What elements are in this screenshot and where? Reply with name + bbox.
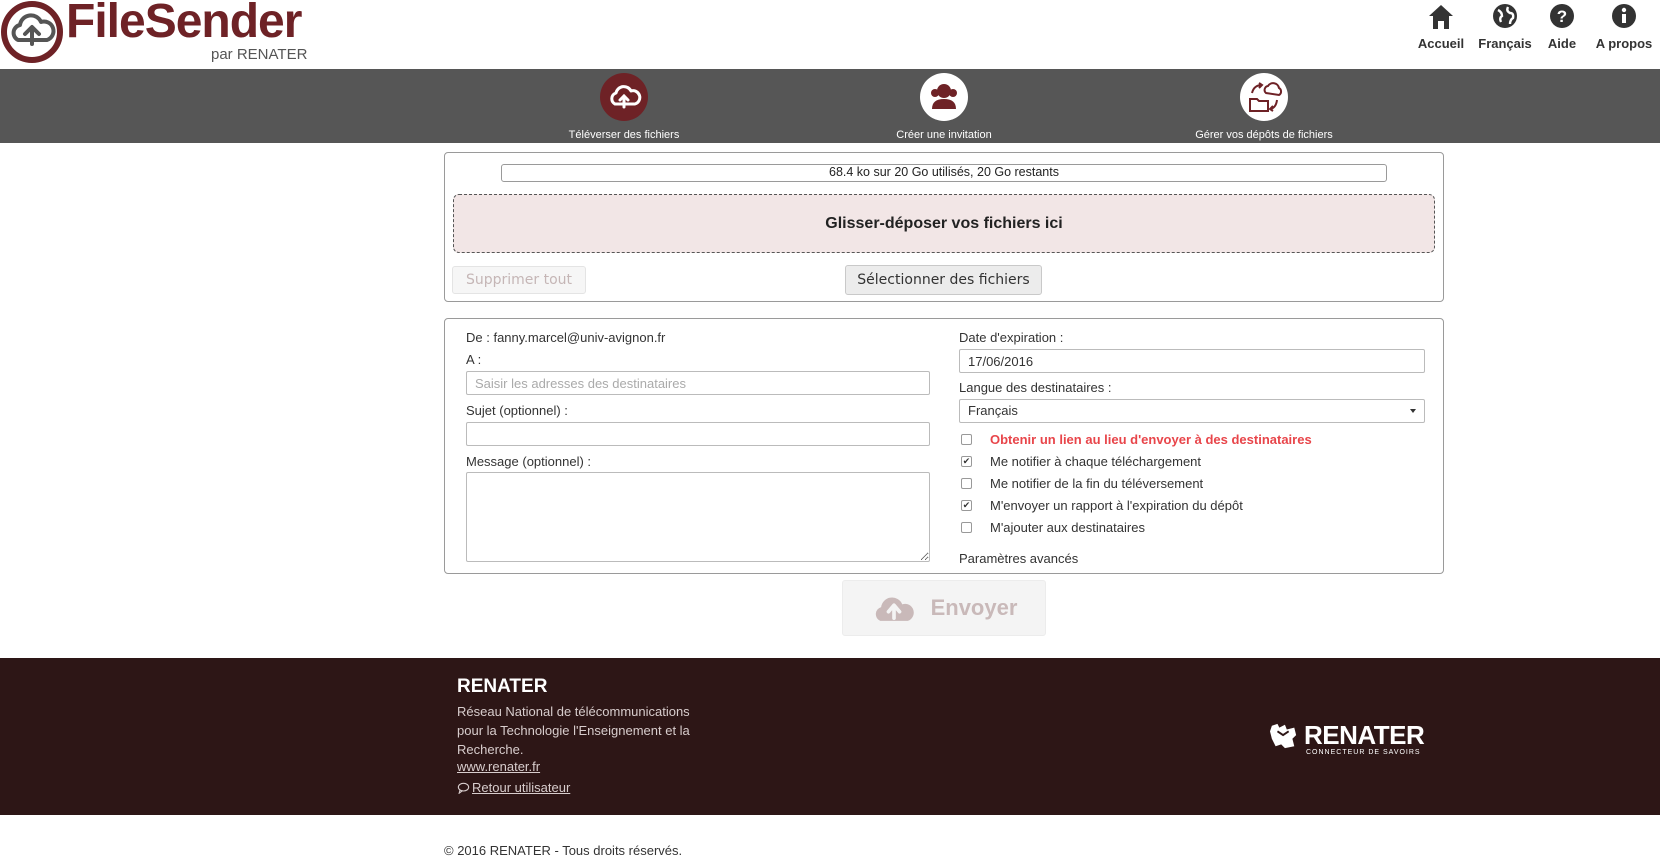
lang-label: Langue des destinataires : xyxy=(959,380,1112,395)
option-get-link-checkbox[interactable] xyxy=(961,434,972,445)
renater-logo-text: RENATER xyxy=(1304,720,1425,750)
nav-language-label: Français xyxy=(1478,36,1532,51)
nav-aide-label: Aide xyxy=(1547,36,1577,51)
option-notify-download[interactable]: ✔ Me notifier à chaque téléchargement xyxy=(961,454,1201,469)
tab-upload[interactable]: Téléverser des fichiers xyxy=(567,73,681,141)
option-notify-upload[interactable]: Me notifier de la fin du téléversement xyxy=(961,476,1203,491)
nav-accueil-label: Accueil xyxy=(1417,36,1465,51)
option-notify-upload-checkbox[interactable] xyxy=(961,478,972,489)
nav-aide[interactable]: ? Aide xyxy=(1536,0,1588,69)
send-button[interactable]: Envoyer xyxy=(842,580,1046,636)
tab-invitation[interactable]: Créer une invitation xyxy=(887,73,1001,141)
upload-panel: 68.4 ko sur 20 Go utilisés, 20 Go restan… xyxy=(444,152,1444,302)
transfer-form: De : fanny.marcel@univ-avignon.fr A : Su… xyxy=(444,318,1444,574)
comment-icon xyxy=(457,782,470,794)
tab-manage[interactable]: Gérer vos dépôts de fichiers xyxy=(1188,73,1340,141)
to-label: A : xyxy=(466,352,482,367)
footer: RENATER Réseau National de télécommunica… xyxy=(0,658,1660,815)
renater-mark-icon xyxy=(1270,723,1297,749)
message-textarea[interactable] xyxy=(466,472,930,562)
caret-down-icon xyxy=(1410,409,1416,413)
nav-language[interactable]: Français xyxy=(1474,0,1536,69)
footer-back-link[interactable]: Retour utilisateur xyxy=(457,780,570,795)
option-notify-download-label: Me notifier à chaque téléchargement xyxy=(990,454,1202,469)
subject-input[interactable] xyxy=(466,422,930,446)
option-get-link-label: Obtenir un lien au lieu d'envoyer à des … xyxy=(990,432,1312,447)
subject-label: Sujet (optionnel) : xyxy=(466,403,568,418)
from-label: De : fanny.marcel@univ-avignon.fr xyxy=(466,330,666,345)
top-nav: Accueil Français ? Aide A propos xyxy=(1408,0,1660,69)
footer-back-label: Retour utilisateur xyxy=(472,780,571,795)
footer-renater-link[interactable]: www.renater.fr xyxy=(457,759,540,774)
option-notify-download-checkbox[interactable]: ✔ xyxy=(961,456,972,467)
recipients-input[interactable] xyxy=(466,371,930,395)
select-files-button[interactable]: Sélectionner des fichiers xyxy=(845,265,1042,295)
renater-logo-subtitle: CONNECTEUR DE SAVOIRS xyxy=(1306,749,1421,756)
folder-sync-icon xyxy=(1240,73,1288,121)
copyright: © 2016 RENATER - Tous droits réservés. xyxy=(444,843,683,858)
clear-all-button[interactable]: Supprimer tout xyxy=(452,266,586,294)
tab-invitation-label: Créer une invitation xyxy=(896,129,992,141)
option-expiry-report-label: M'envoyer un rapport à l'expiration du d… xyxy=(990,498,1243,513)
drop-zone[interactable]: Glisser-déposer vos fichiers ici xyxy=(453,194,1435,253)
recipient-lang-select[interactable]: Français xyxy=(959,399,1425,423)
users-icon xyxy=(920,73,968,121)
cloud-upload-icon xyxy=(600,73,648,121)
option-expiry-report[interactable]: ✔ M'envoyer un rapport à l'expiration du… xyxy=(961,498,1243,513)
send-button-label: Envoyer xyxy=(930,595,1018,620)
tab-manage-label: Gérer vos dépôts de fichiers xyxy=(1195,129,1333,141)
main-nav: Téléverser des fichiers Créer une invita… xyxy=(0,69,1660,143)
tab-upload-label: Téléverser des fichiers xyxy=(568,129,680,141)
option-add-me-label: M'ajouter aux destinataires xyxy=(990,520,1145,535)
footer-title: RENATER xyxy=(457,676,548,697)
message-label: Message (optionnel) : xyxy=(466,454,592,469)
nav-apropos[interactable]: A propos xyxy=(1588,0,1660,69)
expiry-date-input[interactable] xyxy=(959,349,1425,373)
option-add-me[interactable]: M'ajouter aux destinataires xyxy=(961,520,1145,535)
quota-progress-bar: 68.4 ko sur 20 Go utilisés, 20 Go restan… xyxy=(501,164,1387,182)
advanced-settings-link[interactable]: Paramètres avancés xyxy=(959,551,1078,566)
logo-subtitle: par RENATER xyxy=(211,46,308,63)
nav-accueil[interactable]: Accueil xyxy=(1408,0,1474,69)
header: FileSender par RENATER Accueil Français … xyxy=(0,0,1660,69)
option-notify-upload-label: Me notifier de la fin du téléversement xyxy=(990,476,1204,491)
help-icon: ? xyxy=(1550,4,1574,28)
footer-description: Réseau National de télécommunications po… xyxy=(457,704,690,757)
drop-zone-label: Glisser-déposer vos fichiers ici xyxy=(825,214,1063,232)
logo-title: FileSender xyxy=(66,0,302,48)
logo-cloud-icon xyxy=(1,1,63,63)
option-add-me-checkbox[interactable] xyxy=(961,522,972,533)
info-icon xyxy=(1612,4,1636,28)
filesender-logo[interactable]: FileSender par RENATER xyxy=(0,0,330,66)
globe-icon xyxy=(1493,4,1517,28)
expiry-label: Date d'expiration : xyxy=(959,330,1064,345)
renater-logo[interactable]: RENATER CONNECTEUR DE SAVOIRS xyxy=(1268,720,1428,762)
option-expiry-report-checkbox[interactable]: ✔ xyxy=(961,500,972,511)
option-get-link[interactable]: Obtenir un lien au lieu d'envoyer à des … xyxy=(961,432,1312,447)
svg-text:?: ? xyxy=(1557,7,1567,26)
nav-apropos-label: A propos xyxy=(1595,36,1653,51)
lang-select-value: Français xyxy=(968,403,1018,418)
home-icon xyxy=(1429,5,1453,29)
cloud-upload-icon xyxy=(875,597,914,621)
